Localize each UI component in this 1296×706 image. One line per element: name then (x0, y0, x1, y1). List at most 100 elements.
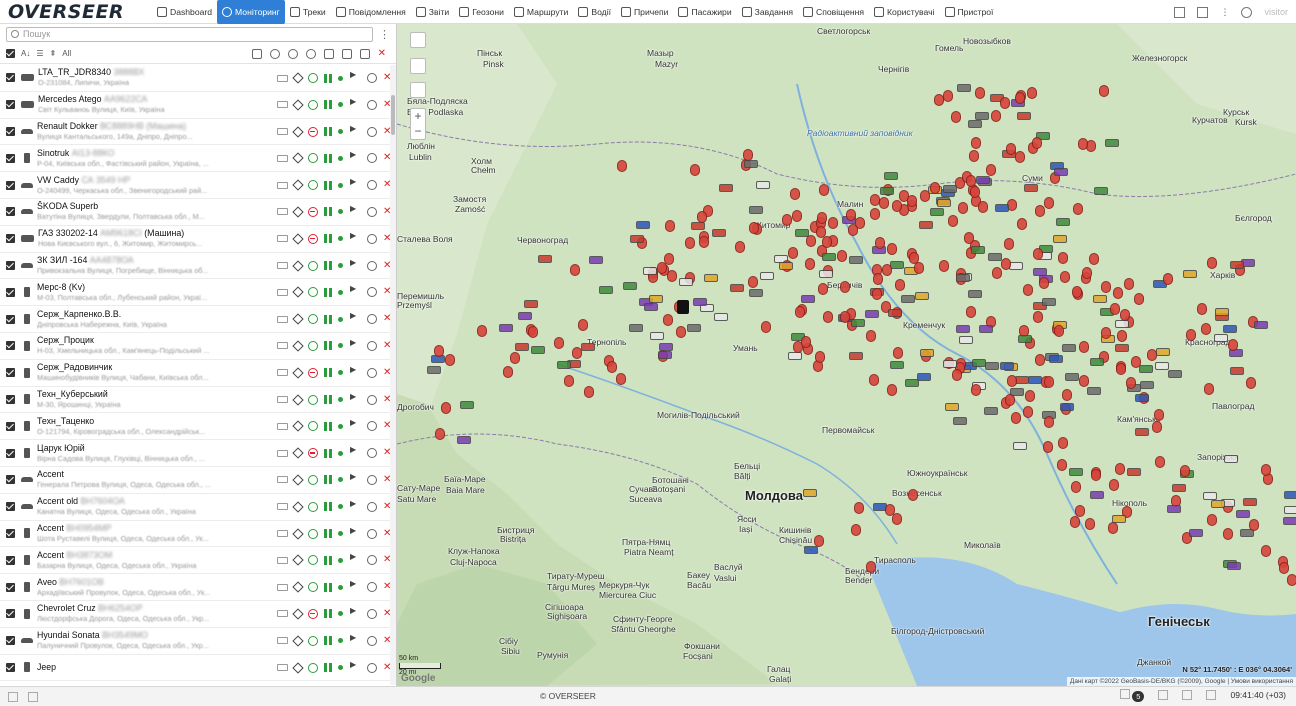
vehicle-marker[interactable] (445, 354, 455, 366)
vehicle-marker[interactable] (971, 246, 985, 254)
list-scrollbar[interactable] (390, 65, 396, 685)
vehicle-marker[interactable] (795, 306, 805, 318)
command-column-icon[interactable] (341, 48, 352, 59)
unit-checkbox[interactable] (6, 73, 15, 83)
vehicle-marker[interactable] (1062, 389, 1072, 401)
vehicle-marker[interactable] (1060, 271, 1070, 283)
vehicle-marker[interactable] (957, 84, 971, 92)
vehicle-marker[interactable] (907, 195, 917, 207)
vehicle-marker[interactable] (1087, 387, 1101, 395)
vehicle-marker[interactable] (872, 288, 882, 300)
vehicle-marker[interactable] (1039, 277, 1049, 289)
vehicle-marker[interactable] (1135, 428, 1149, 436)
vehicle-marker[interactable] (1000, 362, 1014, 370)
vehicle-marker[interactable] (920, 349, 934, 357)
nav-item-5[interactable]: Геозони (454, 0, 509, 24)
unit-row[interactable]: ГАЗ 330202-14 АМ9618СІ (Машина) Нова Києв… (0, 226, 396, 253)
vehicle-marker[interactable] (510, 352, 520, 364)
vehicle-marker[interactable] (1032, 137, 1042, 149)
vehicle-marker[interactable] (1134, 293, 1144, 305)
vehicle-marker[interactable] (919, 221, 933, 229)
vehicle-marker[interactable] (1139, 365, 1153, 373)
vehicle-marker[interactable] (644, 303, 658, 311)
vehicle-marker[interactable] (901, 295, 915, 303)
gprs-command-icon[interactable] (349, 472, 361, 485)
unit-checkbox[interactable] (6, 582, 15, 592)
vehicle-marker[interactable] (1011, 412, 1021, 424)
map-ruler-button[interactable] (410, 82, 426, 98)
vehicle-marker[interactable] (1075, 505, 1085, 517)
vehicle-marker[interactable] (687, 324, 701, 332)
vehicle-marker[interactable] (531, 346, 545, 354)
vehicle-marker[interactable] (822, 236, 832, 248)
vehicle-marker[interactable] (1246, 377, 1256, 389)
vehicle-marker[interactable] (909, 252, 919, 264)
vehicle-marker[interactable] (952, 369, 962, 381)
vehicle-marker[interactable] (985, 362, 999, 370)
vehicle-marker[interactable] (629, 324, 643, 332)
locate-icon[interactable] (292, 152, 304, 165)
unit-checkbox[interactable] (6, 609, 15, 619)
vehicle-marker[interactable] (679, 278, 693, 286)
nav-item-8[interactable]: Причепи (616, 0, 673, 24)
gprs-command-icon[interactable] (349, 204, 361, 217)
sound-icon[interactable] (1182, 690, 1193, 700)
vehicle-marker[interactable] (1115, 320, 1129, 328)
map-view[interactable]: Светлогорськ Гомель Новозыбков Железногорск… (397, 24, 1296, 686)
unit-checkbox[interactable] (6, 475, 15, 485)
more-vert-icon[interactable]: ⋮ (1220, 7, 1229, 18)
trailer-icon[interactable] (277, 583, 288, 591)
user-name[interactable]: visitor (1264, 7, 1288, 17)
vehicle-marker[interactable] (1101, 281, 1111, 293)
nav-item-4[interactable]: Звіти (411, 0, 454, 24)
vehicle-marker[interactable] (948, 215, 958, 227)
unit-row[interactable]: Chevrolet Cruz ВН6254ОР Люстдорфська Дор… (0, 601, 396, 628)
gprs-command-icon[interactable] (349, 124, 361, 137)
unit-checkbox[interactable] (6, 448, 15, 458)
vehicle-marker[interactable] (584, 386, 594, 398)
vehicle-marker[interactable] (699, 236, 709, 248)
vehicle-marker[interactable] (975, 112, 989, 120)
vehicle-marker[interactable] (515, 343, 529, 351)
vehicle-marker[interactable] (930, 208, 944, 216)
clock-icon[interactable] (367, 367, 377, 378)
vehicle-marker[interactable] (1108, 522, 1118, 534)
vehicle-marker[interactable] (958, 202, 968, 214)
gprs-command-icon[interactable] (349, 338, 361, 351)
vehicle-marker[interactable] (1261, 464, 1271, 476)
trailer-icon[interactable] (277, 74, 288, 82)
vehicle-marker[interactable] (1140, 381, 1154, 389)
locate-icon[interactable] (292, 259, 304, 272)
clock-icon[interactable] (367, 555, 377, 566)
locate-icon[interactable] (292, 393, 304, 406)
vehicle-marker[interactable] (712, 229, 726, 237)
clock-icon[interactable] (367, 635, 377, 646)
clock-icon[interactable] (367, 662, 377, 673)
locate-icon[interactable] (292, 72, 304, 84)
vehicle-marker[interactable] (650, 332, 664, 340)
clock-icon[interactable] (367, 153, 377, 164)
clock-icon[interactable] (367, 528, 377, 539)
locate-icon[interactable] (292, 206, 304, 218)
vehicle-marker[interactable] (815, 351, 825, 363)
unit-row[interactable]: Jeep ✕ (0, 655, 396, 682)
select-all-checkbox[interactable] (6, 49, 15, 58)
locate-icon[interactable] (292, 501, 304, 513)
vehicle-marker[interactable] (616, 373, 626, 385)
report-column-icon[interactable] (359, 48, 370, 59)
vehicle-marker[interactable] (978, 201, 988, 213)
vehicle-marker[interactable] (869, 374, 879, 386)
unit-checkbox[interactable] (6, 502, 15, 512)
app-logo[interactable]: OVERSEER (0, 1, 152, 23)
vehicle-marker[interactable] (1168, 370, 1182, 378)
zoom-out-button[interactable]: − (411, 124, 425, 139)
vehicle-marker[interactable] (1094, 187, 1108, 195)
gprs-command-icon[interactable] (349, 526, 361, 539)
unit-checkbox[interactable] (6, 314, 15, 324)
trailer-icon[interactable] (277, 369, 288, 377)
unit-row[interactable]: Sinotruk АІ13-88КО Р-04, Київська обл., … (0, 145, 396, 173)
vehicle-marker[interactable] (866, 330, 876, 342)
vehicle-marker[interactable] (693, 298, 707, 306)
vehicle-marker[interactable] (1004, 238, 1014, 250)
vehicle-marker[interactable] (779, 262, 793, 270)
